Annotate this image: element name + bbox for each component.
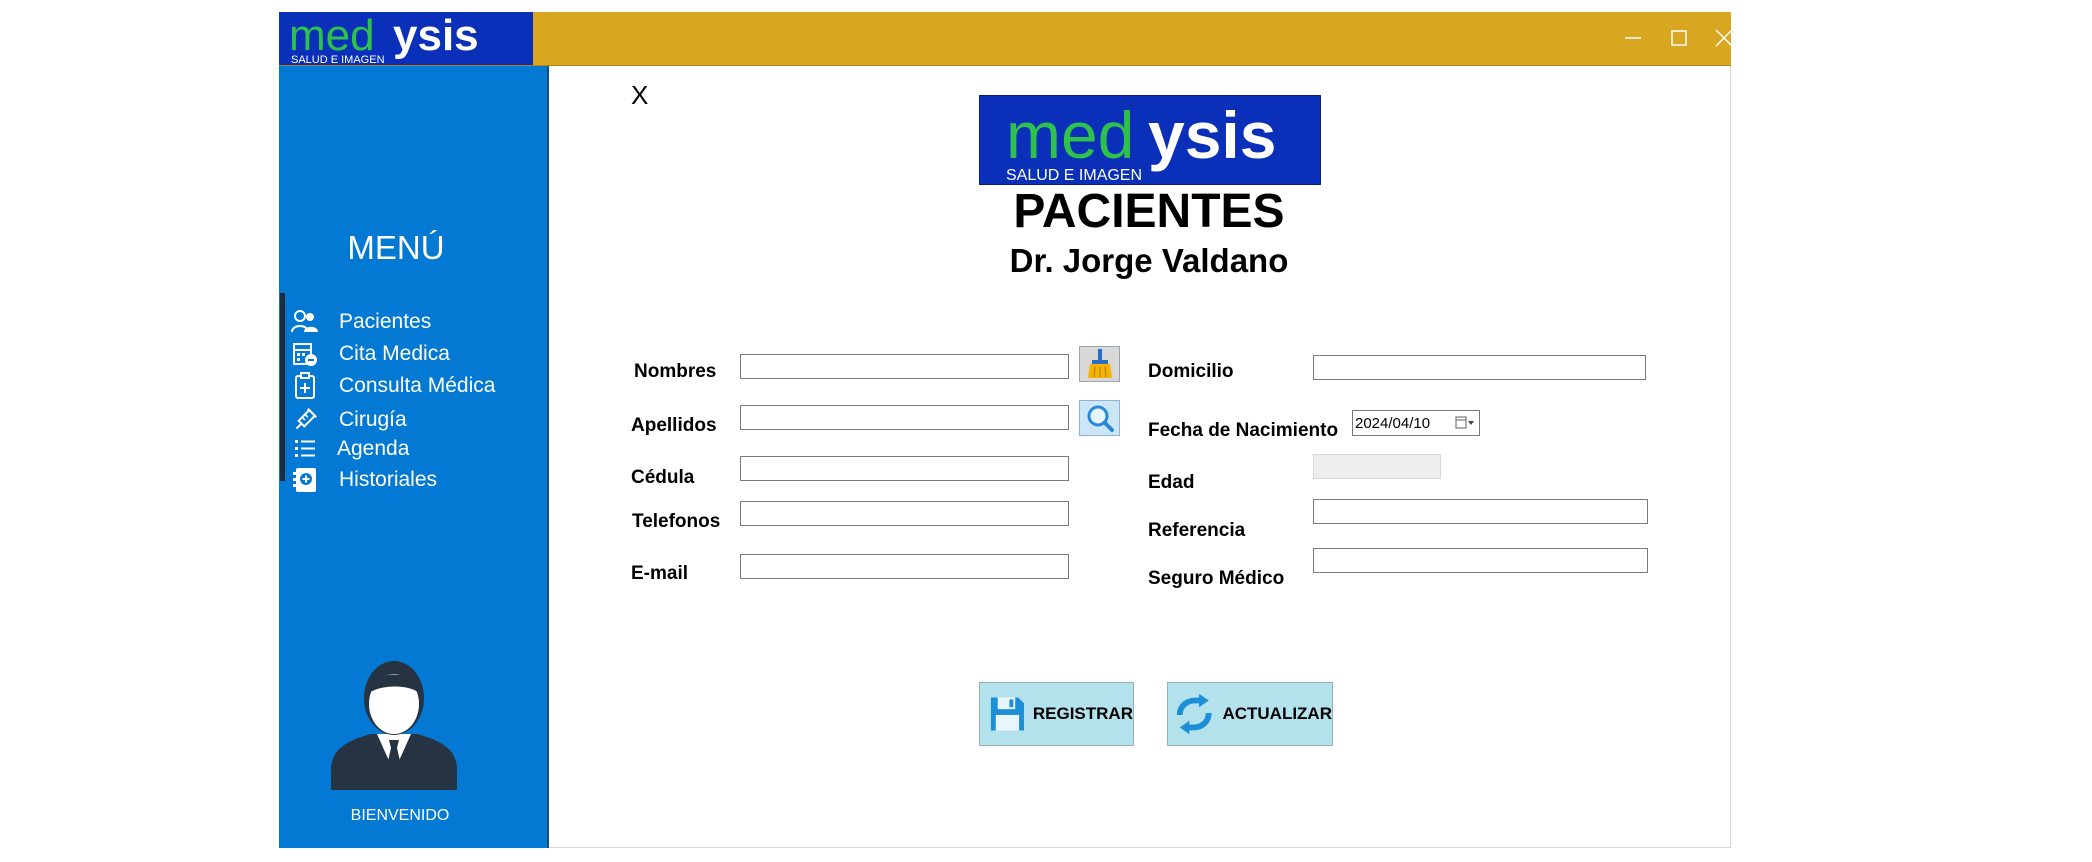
users-icon: [291, 308, 319, 336]
logo-text-ysis: ysis: [393, 12, 479, 60]
sidebar-item-label: Consulta Médica: [339, 374, 496, 397]
sidebar-item-label: Historiales: [339, 468, 438, 491]
nombres-label: Nombres: [634, 361, 717, 382]
minimize-icon: [1625, 37, 1641, 39]
sidebar-item-cita-medica[interactable]: Cita Medica: [291, 340, 450, 368]
nombres-input[interactable]: [740, 354, 1069, 379]
telefonos-label: Telefonos: [632, 511, 721, 532]
avatar: [331, 654, 457, 790]
seguro-medico-input[interactable]: [1313, 548, 1648, 573]
sidebar-item-historiales[interactable]: Historiales: [291, 466, 437, 494]
apellidos-label: Apellidos: [631, 415, 717, 436]
close-window-button[interactable]: [1704, 20, 1744, 56]
sidebar-item-pacientes[interactable]: Pacientes: [291, 308, 431, 336]
main-content: X med ysis SALUD E IMAGEN PACIENTES Dr. …: [549, 66, 1731, 848]
sidebar-item-label: Cirugía: [339, 408, 407, 431]
actualizar-button[interactable]: ACTUALIZAR: [1167, 682, 1333, 746]
maximize-icon: [1671, 30, 1687, 46]
brand-logo-small: med ysis SALUD E IMAGEN: [279, 11, 533, 66]
brand-logo: med ysis SALUD E IMAGEN: [979, 95, 1321, 185]
medical-record-icon: [291, 466, 319, 494]
actualizar-label: ACTUALIZAR: [1222, 704, 1332, 723]
logo-tagline: SALUD E IMAGEN: [1006, 167, 1142, 184]
edad-input: [1313, 454, 1441, 479]
fecha-nacimiento-label: Fecha de Nacimiento: [1148, 420, 1339, 441]
sidebar-item-label: Cita Medica: [339, 342, 450, 365]
fecha-nacimiento-value: 2024/04/10: [1355, 414, 1431, 432]
calendar-calculator-icon: [291, 340, 319, 368]
domicilio-label: Domicilio: [1148, 361, 1234, 382]
email-label: E-mail: [631, 563, 689, 584]
referencia-label: Referencia: [1148, 520, 1246, 541]
apellidos-input[interactable]: [740, 405, 1069, 430]
welcome-label: BIENVENIDO: [350, 807, 450, 824]
sidebar-item-label: Pacientes: [339, 310, 432, 333]
sidebar: MENÚ Pacientes Cita Medica Consulta Médi…: [279, 66, 549, 848]
logo-text-ysis: ysis: [1148, 98, 1276, 172]
sidebar-item-agenda[interactable]: Agenda: [291, 435, 409, 463]
magnifier-icon: [1087, 405, 1114, 432]
maximize-button[interactable]: [1659, 20, 1699, 56]
sidebar-item-consulta-medica[interactable]: Consulta Médica: [291, 372, 495, 400]
list-icon: [291, 435, 319, 463]
telefonos-input[interactable]: [740, 501, 1069, 526]
minimize-button[interactable]: [1613, 20, 1653, 56]
search-button[interactable]: [1079, 400, 1120, 436]
sidebar-item-label: Agenda: [337, 437, 410, 460]
email-input[interactable]: [740, 554, 1069, 579]
sidebar-item-cirugia[interactable]: Cirugía: [291, 406, 407, 434]
doctor-name: Dr. Jorge Valdano: [1009, 242, 1289, 279]
domicilio-input[interactable]: [1313, 355, 1646, 380]
fecha-nacimiento-picker[interactable]: 2024/04/10: [1352, 410, 1480, 436]
logo-tagline: SALUD E IMAGEN: [291, 54, 385, 65]
seguro-medico-label: Seguro Médico: [1148, 568, 1285, 589]
edad-label: Edad: [1148, 472, 1195, 493]
logo-text-med: med: [1006, 98, 1134, 172]
cedula-input[interactable]: [740, 456, 1069, 481]
clipboard-plus-icon: [291, 372, 319, 400]
calendar-dropdown-icon[interactable]: [1455, 415, 1475, 431]
logo-text-med: med: [289, 12, 375, 60]
syringe-icon: [291, 406, 319, 434]
menu-accent-bar: [280, 293, 285, 481]
floppy-disk-icon: [990, 697, 1024, 731]
broom-icon: [1087, 349, 1112, 378]
registrar-button[interactable]: REGISTRAR: [979, 682, 1134, 746]
user-avatar-icon: [331, 661, 457, 790]
close-icon: [1715, 29, 1733, 47]
page-title: PACIENTES: [1013, 185, 1285, 238]
close-form-button[interactable]: X: [631, 80, 648, 111]
registrar-label: REGISTRAR: [1032, 704, 1133, 723]
menu-title: MENÚ: [347, 229, 445, 266]
clear-button[interactable]: [1079, 346, 1120, 382]
referencia-input[interactable]: [1313, 499, 1648, 524]
app-window: med ysis SALUD E IMAGEN MENÚ Pacientes C…: [279, 11, 1733, 848]
cedula-label: Cédula: [631, 467, 695, 488]
refresh-icon: [1176, 693, 1212, 735]
title-bar: med ysis SALUD E IMAGEN: [279, 11, 1733, 66]
